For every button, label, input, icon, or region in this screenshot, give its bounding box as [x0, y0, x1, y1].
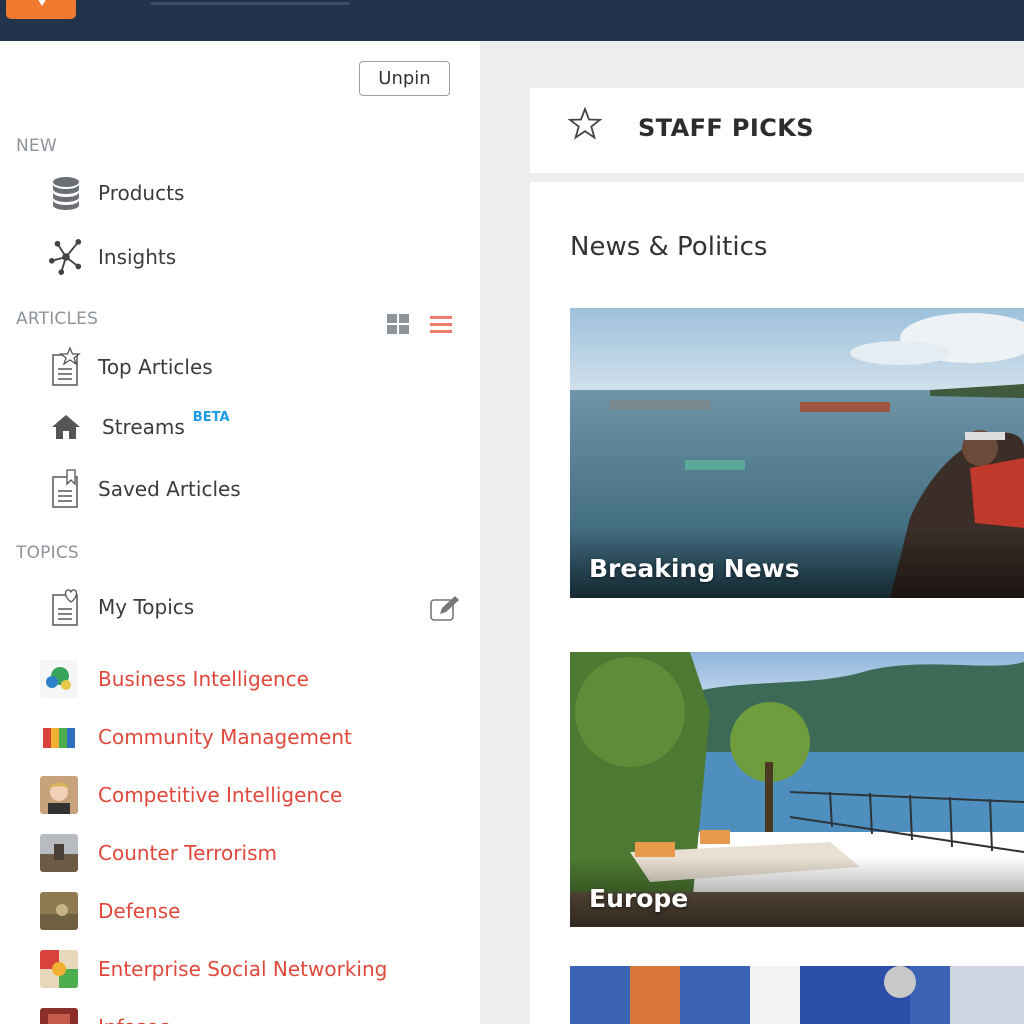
topic-thumbnail — [40, 950, 78, 988]
topic-item-competitive-intelligence[interactable]: Competitive Intelligence — [40, 775, 342, 815]
sidebar-item-label: Products — [98, 181, 185, 205]
sidebar-item-label: Streams — [102, 415, 185, 439]
topic-thumbnail — [40, 718, 78, 756]
unpin-button[interactable]: Unpin — [359, 61, 450, 96]
topic-thumbnail — [40, 776, 78, 814]
edit-icon[interactable] — [430, 596, 460, 622]
sidebar-item-label: Top Articles — [98, 355, 213, 379]
tile-caption: Breaking News — [589, 554, 800, 583]
sidebar-item-insights[interactable]: Insights — [48, 237, 176, 277]
beta-badge: BETA — [192, 409, 230, 425]
topic-thumbnail — [40, 834, 78, 872]
topic-thumbnail — [40, 1008, 78, 1024]
tile-europe[interactable]: Europe — [570, 652, 1024, 927]
section-articles-heading: ARTICLES — [16, 309, 99, 329]
tile-caption: Europe — [589, 884, 689, 913]
sidebar-item-streams[interactable]: Streams BETA — [48, 407, 230, 447]
sidebar-item-top-articles[interactable]: Top Articles — [48, 347, 213, 387]
house-icon — [48, 407, 84, 447]
app-logo[interactable] — [6, 0, 76, 19]
topic-thumbnail — [40, 660, 78, 698]
topic-thumbnail — [40, 892, 78, 930]
sidebar-item-products[interactable]: Products — [48, 173, 184, 213]
network-icon — [48, 237, 84, 277]
sidebar-item-label: Insights — [98, 245, 177, 269]
topic-item-community-management[interactable]: Community Management — [40, 717, 352, 757]
staff-picks-header[interactable]: STAFF PICKS — [530, 88, 1024, 173]
sidebar-item-label: My Topics — [98, 595, 195, 619]
topic-item-enterprise-social-networking[interactable]: Enterprise Social Networking — [40, 949, 387, 989]
bookmark-document-icon — [48, 469, 84, 509]
category-heading: News & Politics — [570, 232, 768, 262]
star-icon — [567, 106, 603, 141]
sidebar: Unpin NEW Products Insights ARTICLES Top… — [0, 41, 480, 1024]
sidebar-item-label: Saved Articles — [98, 477, 241, 501]
section-new-heading: NEW — [16, 136, 57, 156]
topic-item-infosec[interactable]: Infosec — [40, 1007, 170, 1024]
tile-sports[interactable] — [570, 966, 1024, 1024]
topic-item-counter-terrorism[interactable]: Counter Terrorism — [40, 833, 277, 873]
topic-label: Community Management — [98, 725, 352, 749]
top-bar — [0, 0, 1024, 41]
database-icon — [48, 173, 84, 213]
topic-label: Defense — [98, 899, 181, 923]
top-bar-faint-text — [150, 2, 350, 5]
sidebar-item-saved-articles[interactable]: Saved Articles — [48, 469, 241, 509]
topic-label: Competitive Intelligence — [98, 783, 343, 807]
tile-breaking-news[interactable]: Breaking News — [570, 308, 1024, 598]
topic-item-business-intelligence[interactable]: Business Intelligence — [40, 659, 309, 699]
topic-label: Infosec — [98, 1015, 170, 1024]
content-panel: News & Politics Breaking News Europe — [530, 182, 1024, 1024]
sidebar-item-my-topics[interactable]: My Topics — [48, 587, 194, 627]
topic-item-defense[interactable]: Defense — [40, 891, 180, 931]
page-title: STAFF PICKS — [638, 114, 814, 142]
topic-label: Business Intelligence — [98, 667, 309, 691]
tile-image — [570, 966, 1024, 1024]
heart-document-icon — [48, 587, 84, 627]
topic-label: Enterprise Social Networking — [98, 957, 388, 981]
section-topics-heading: TOPICS — [16, 543, 79, 563]
star-document-icon — [48, 347, 84, 387]
grid-view-icon[interactable] — [387, 314, 409, 334]
topic-label: Counter Terrorism — [98, 841, 277, 865]
list-view-icon[interactable] — [430, 314, 452, 334]
